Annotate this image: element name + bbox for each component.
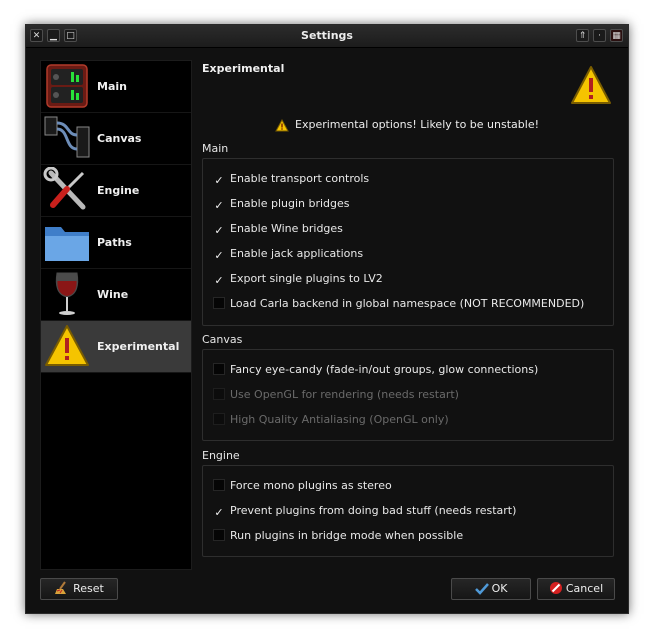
check-mark: ✓ — [214, 224, 224, 237]
cancel-button[interactable]: Cancel — [537, 578, 615, 600]
option-label: Prevent plugins from doing bad stuff (ne… — [230, 504, 517, 517]
canvas-connections-icon — [44, 116, 90, 158]
window-title: Settings — [301, 29, 353, 42]
checkbox-box — [213, 363, 225, 375]
sidebar-item-label: Experimental — [97, 340, 180, 353]
option-label: Enable plugin bridges — [230, 197, 350, 210]
sidebar-item-engine[interactable]: Engine — [41, 165, 191, 217]
cancel-icon — [549, 582, 562, 594]
checkbox-export-single-plugins-lv2[interactable]: ✓ Export single plugins to LV2 — [213, 270, 383, 288]
checkbox-enable-transport-controls[interactable]: ✓ Enable transport controls — [213, 170, 369, 188]
sidebar-item-canvas[interactable]: Canvas — [41, 113, 191, 165]
option-label: Enable jack applications — [230, 247, 364, 260]
checkbox-fancy-eye-candy[interactable]: Fancy eye-candy (fade-in/out groups, glo… — [213, 361, 538, 379]
group-title-canvas: Canvas — [202, 333, 243, 346]
group-engine: Force mono plugins as stereo ✓ Prevent pl… — [202, 465, 614, 557]
check-mark: ✓ — [214, 199, 224, 212]
warning-icon — [45, 325, 89, 366]
settings-window: Settings ✕ ▁ □ ⇑ · ▦ Main Canvas Engine … — [25, 24, 629, 614]
option-label: Enable Wine bridges — [230, 222, 343, 235]
group-canvas: Fancy eye-candy (fade-in/out groups, glo… — [202, 349, 614, 441]
warning-icon — [571, 66, 611, 104]
ok-label: OK — [491, 582, 508, 595]
checkbox-prevent-bad-behaviour[interactable]: ✓ Prevent plugins from doing bad stuff (n… — [213, 502, 516, 520]
group-title-engine: Engine — [202, 449, 240, 462]
title-bar: Settings ✕ ▁ □ ⇑ · ▦ — [26, 25, 628, 48]
sidebar-item-label: Main — [97, 80, 127, 93]
app-icon[interactable]: ▦ — [610, 29, 623, 42]
warning-message: Experimental options! Likely to be unsta… — [275, 117, 539, 133]
option-label: Use OpenGL for rendering (needs restart) — [230, 388, 459, 401]
broom-icon — [55, 581, 67, 594]
sidebar-item-label: Wine — [97, 288, 129, 301]
warning-text: Experimental options! Likely to be unsta… — [295, 118, 539, 131]
checkbox-load-backend-global-namespace[interactable]: Load Carla backend in global namespace (… — [213, 295, 584, 313]
sidebar-item-main[interactable]: Main — [41, 61, 191, 113]
tools-wrench-screwdriver-icon — [43, 167, 86, 210]
settings-page: Experimental Experimental options! Likel… — [202, 60, 616, 570]
minimize-icon[interactable]: ▁ — [47, 29, 60, 42]
checkbox-enable-jack-applications[interactable]: ✓ Enable jack applications — [213, 245, 363, 263]
checkbox-enable-plugin-bridges[interactable]: ✓ Enable plugin bridges — [213, 195, 350, 213]
reset-label: Reset — [73, 582, 104, 595]
option-label: Force mono plugins as stereo — [230, 479, 392, 492]
warning-small-icon — [275, 118, 289, 131]
page-title: Experimental — [202, 62, 285, 75]
checkbox-box — [213, 479, 225, 491]
option-label: High Quality Antialiasing (OpenGL only) — [230, 413, 449, 426]
folder-icon — [45, 227, 89, 261]
check-icon — [474, 583, 489, 595]
group-main: ✓ Enable transport controls ✓ Enable plugi… — [202, 158, 614, 326]
checkbox-enable-wine-bridges[interactable]: ✓ Enable Wine bridges — [213, 220, 343, 238]
sidebar-item-paths[interactable]: Paths — [41, 217, 191, 269]
wine-glass-icon — [55, 272, 79, 315]
ok-button[interactable]: OK — [451, 578, 531, 600]
sidebar-item-label: Paths — [97, 236, 132, 249]
check-mark: ✓ — [214, 249, 224, 262]
sidebar-item-label: Canvas — [97, 132, 142, 145]
sidebar-item-experimental[interactable]: Experimental — [41, 321, 191, 373]
keep-above-icon[interactable]: ⇑ — [576, 29, 589, 42]
check-mark: ✓ — [214, 174, 224, 187]
option-label: Load Carla backend in global namespace (… — [230, 297, 585, 310]
checkbox-box — [213, 529, 225, 541]
check-mark: ✓ — [214, 506, 224, 519]
option-label: Fancy eye-candy (fade-in/out groups, glo… — [230, 363, 539, 376]
reset-button[interactable]: Reset — [40, 578, 118, 600]
checkbox-force-mono-as-stereo[interactable]: Force mono plugins as stereo — [213, 477, 392, 495]
settings-sidebar: Main Canvas Engine Paths Wine Experiment… — [40, 60, 192, 570]
checkbox-box — [213, 413, 225, 425]
cancel-label: Cancel — [565, 582, 604, 595]
maximize-icon[interactable]: □ — [64, 29, 77, 42]
checkbox-box — [213, 388, 225, 400]
checkbox-high-quality-antialiasing: High Quality Antialiasing (OpenGL only) — [213, 411, 449, 429]
option-label: Export single plugins to LV2 — [230, 272, 383, 285]
checkbox-run-bridge-mode[interactable]: Run plugins in bridge mode when possible — [213, 527, 463, 545]
carla-rack-icon — [46, 64, 88, 108]
option-label: Enable transport controls — [230, 172, 370, 185]
close-icon[interactable]: ✕ — [30, 29, 43, 42]
group-title-main: Main — [202, 142, 229, 155]
checkbox-box — [213, 297, 225, 309]
window-menu-icon[interactable]: · — [593, 29, 606, 42]
sidebar-item-label: Engine — [97, 184, 140, 197]
checkbox-use-opengl: Use OpenGL for rendering (needs restart) — [213, 386, 459, 404]
check-mark: ✓ — [214, 274, 224, 287]
option-label: Run plugins in bridge mode when possible — [230, 529, 464, 542]
sidebar-item-wine[interactable]: Wine — [41, 269, 191, 321]
